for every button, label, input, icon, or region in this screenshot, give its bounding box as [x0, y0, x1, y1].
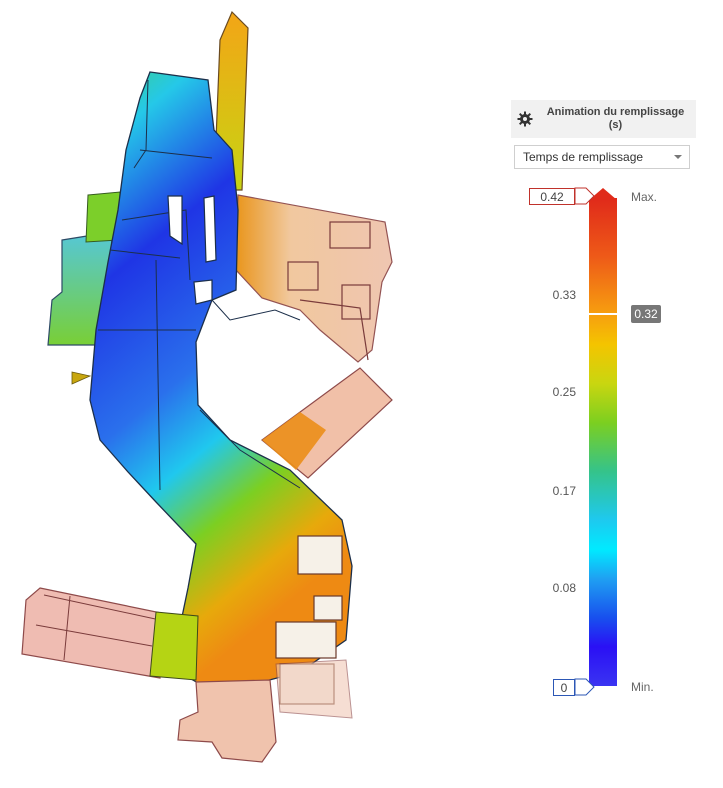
current-time-marker[interactable] [587, 313, 619, 315]
gear-icon[interactable] [511, 100, 539, 138]
tick-label: 0.33 [552, 288, 576, 302]
current-time-badge: 0.32 [631, 305, 661, 323]
result-type-select[interactable]: Temps de remplissage [514, 145, 690, 169]
max-value-input[interactable]: 0.42 [529, 188, 575, 205]
tick-label: 0.08 [552, 581, 576, 595]
result-type-value: Temps de remplissage [523, 150, 644, 164]
legend-header: Animation du remplissage (s) [511, 100, 696, 138]
molded-part-model[interactable] [0, 0, 500, 788]
min-pointer-icon[interactable] [574, 677, 596, 699]
max-label: Max. [631, 190, 658, 204]
model-viewport[interactable] [0, 0, 500, 788]
color-scale-bar [589, 198, 617, 686]
min-label: Min. [631, 680, 654, 694]
tick-label: 0.17 [552, 484, 576, 498]
injection-point-icon [71, 371, 92, 385]
chevron-down-icon[interactable] [674, 155, 682, 159]
legend-title: Animation du remplissage (s) [546, 106, 685, 131]
legend-panel: Animation du remplissage (s) Temps de re… [511, 100, 696, 700]
min-value-input[interactable]: 0 [553, 679, 575, 696]
tick-label: 0.25 [552, 385, 576, 399]
max-pointer-icon[interactable] [574, 186, 596, 208]
